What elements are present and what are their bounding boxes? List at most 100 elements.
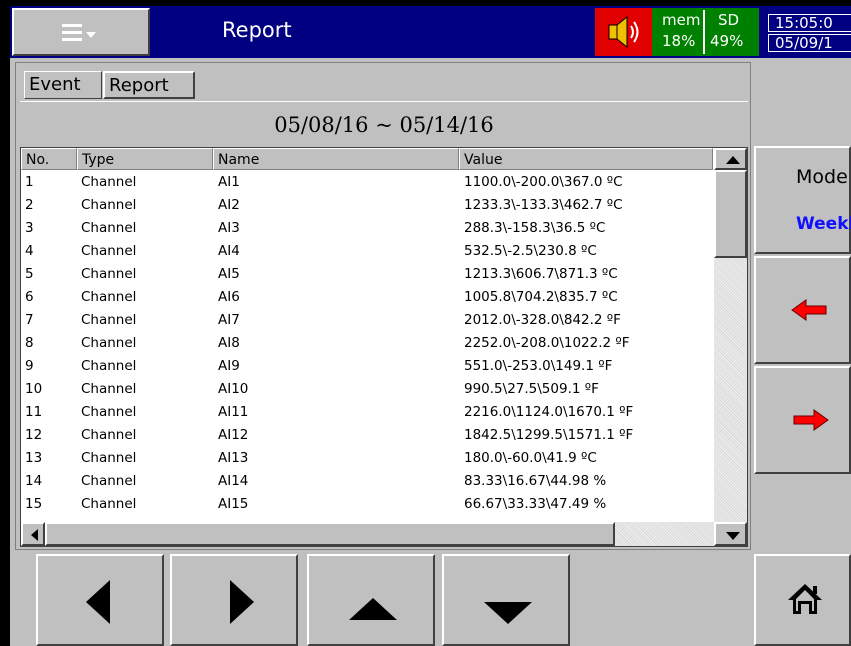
nav-right-button[interactable]	[170, 554, 298, 646]
cell-value: 180.0\-60.0\41.9 ºC	[464, 450, 597, 466]
table-row[interactable]: 1 Channel AI1 1100.0\-200.0\367.0 ºC	[21, 171, 713, 194]
vertical-scroll-thumb[interactable]	[714, 170, 747, 258]
cell-no: 1	[25, 174, 34, 190]
nav-left-button[interactable]	[36, 554, 164, 646]
menu-button[interactable]	[12, 8, 150, 56]
cell-name: AI2	[218, 197, 240, 213]
mem-value: 18%	[662, 32, 696, 50]
cell-no: 7	[25, 312, 34, 328]
column-name[interactable]: Name	[213, 148, 459, 170]
cell-type: Channel	[81, 289, 137, 305]
table-row[interactable]: 8 Channel AI8 2252.0\-208.0\1022.2 ºF	[21, 332, 713, 355]
cell-value: 83.33\16.67\44.98 %	[464, 473, 607, 489]
cell-value: 551.0\-253.0\149.1 ºF	[464, 358, 613, 374]
arrow-down-icon	[726, 532, 740, 540]
column-type[interactable]: Type	[77, 148, 213, 170]
cell-type: Channel	[81, 266, 137, 282]
cell-type: Channel	[81, 358, 137, 374]
triangle-left-icon	[86, 580, 110, 624]
storage-status: mem 18% SD 49%	[652, 8, 759, 56]
table-row[interactable]: 13 Channel AI13 180.0\-60.0\41.9 ºC	[21, 447, 713, 470]
cell-no: 15	[25, 496, 43, 512]
cell-value: 2216.0\1124.0\1670.1 ºF	[464, 404, 634, 420]
table-row[interactable]: 14 Channel AI14 83.33\16.67\44.98 %	[21, 470, 713, 493]
empty-button-area	[574, 554, 749, 646]
tab-report[interactable]: Report	[103, 71, 195, 99]
cell-value: 66.67\33.33\47.49 %	[464, 496, 607, 512]
clock-time: 15:05:0	[768, 14, 851, 32]
report-table: No. Type Name Value 1 Channel AI1 1100.0\-2…	[20, 147, 748, 547]
table-row[interactable]: 5 Channel AI5 1213.3\606.7\871.3 ºC	[21, 263, 713, 286]
scroll-up-button[interactable]	[714, 148, 747, 170]
table-row[interactable]: 11 Channel AI11 2216.0\1124.0\1670.1 ºF	[21, 401, 713, 424]
cell-name: AI11	[218, 404, 249, 420]
cell-type: Channel	[81, 335, 137, 351]
cell-value: 1005.8\704.2\835.7 ºC	[464, 289, 618, 305]
tab-event[interactable]: Event	[24, 71, 102, 99]
cell-name: AI1	[218, 174, 240, 190]
cell-name: AI12	[218, 427, 249, 443]
mode-value: Weekly	[796, 214, 851, 234]
cell-value: 1842.5\1299.5\1571.1 ºF	[464, 427, 634, 443]
mode-button[interactable]: Mode Weekly	[754, 146, 851, 254]
red-left-arrow-icon	[791, 299, 827, 321]
cell-type: Channel	[81, 404, 137, 420]
column-value[interactable]: Value	[459, 148, 713, 170]
horizontal-scrollbar[interactable]	[21, 522, 714, 546]
table-row[interactable]: 15 Channel AI15 66.67\33.33\47.49 %	[21, 493, 713, 516]
cell-type: Channel	[81, 473, 137, 489]
cell-name: AI8	[218, 335, 240, 351]
table-row[interactable]: 12 Channel AI12 1842.5\1299.5\1571.1 ºF	[21, 424, 713, 447]
nav-up-button[interactable]	[307, 554, 435, 646]
cell-value: 1100.0\-200.0\367.0 ºC	[464, 174, 623, 190]
arrow-up-icon	[726, 156, 740, 164]
vertical-scrollbar[interactable]	[714, 148, 747, 522]
arrow-left-icon	[31, 529, 38, 541]
cell-name: AI4	[218, 243, 240, 259]
report-panel: Event Report 05/08/16 ~ 05/14/16 No. Typ…	[15, 62, 751, 550]
cell-value: 990.5\27.5\509.1 ºF	[464, 381, 599, 397]
column-no[interactable]: No.	[21, 148, 77, 170]
table-row[interactable]: 7 Channel AI7 2012.0\-328.0\842.2 ºF	[21, 309, 713, 332]
cell-type: Channel	[81, 174, 137, 190]
table-body: 1 Channel AI1 1100.0\-200.0\367.0 ºC 2 Channe…	[21, 171, 713, 519]
table-row[interactable]: 10 Channel AI10 990.5\27.5\509.1 ºF	[21, 378, 713, 401]
horizontal-scroll-thumb[interactable]	[45, 522, 615, 546]
cell-name: AI5	[218, 266, 240, 282]
table-row[interactable]: 4 Channel AI4 532.5\-2.5\230.8 ºC	[21, 240, 713, 263]
scroll-left-button[interactable]	[21, 522, 45, 546]
speaker-button[interactable]	[595, 8, 652, 56]
cell-no: 9	[25, 358, 34, 374]
table-row[interactable]: 6 Channel AI6 1005.8\704.2\835.7 ºC	[21, 286, 713, 309]
table-row[interactable]: 9 Channel AI9 551.0\-253.0\149.1 ºF	[21, 355, 713, 378]
previous-period-button[interactable]	[754, 256, 851, 364]
cell-name: AI13	[218, 450, 249, 466]
date-range: 05/08/16 ~ 05/14/16	[20, 105, 748, 145]
mode-label: Mode	[796, 166, 848, 188]
cell-no: 13	[25, 450, 43, 466]
next-period-button[interactable]	[754, 366, 851, 474]
sd-label: SD	[718, 11, 740, 29]
cell-name: AI15	[218, 496, 249, 512]
cell-type: Channel	[81, 197, 137, 213]
table-row[interactable]: 2 Channel AI2 1233.3\-133.3\462.7 ºC	[21, 194, 713, 217]
cell-value: 532.5\-2.5\230.8 ºC	[464, 243, 597, 259]
cell-no: 6	[25, 289, 34, 305]
home-icon	[788, 584, 822, 614]
table-header: No. Type Name Value	[21, 148, 713, 170]
nav-down-button[interactable]	[442, 554, 570, 646]
triangle-right-icon	[230, 580, 254, 624]
home-button[interactable]	[754, 554, 851, 646]
cell-name: AI6	[218, 289, 240, 305]
cell-no: 4	[25, 243, 34, 259]
cell-name: AI7	[218, 312, 240, 328]
cell-name: AI14	[218, 473, 249, 489]
mem-label: mem	[662, 11, 701, 29]
cell-no: 14	[25, 473, 43, 489]
scroll-down-button[interactable]	[714, 522, 747, 546]
title-bar: Report mem 18% SD 49% 15:05:0 05/09/1	[10, 6, 851, 58]
cell-no: 10	[25, 381, 43, 397]
triangle-up-icon	[349, 598, 397, 620]
table-row[interactable]: 3 Channel AI3 288.3\-158.3\36.5 ºC	[21, 217, 713, 240]
red-right-arrow-icon	[793, 409, 829, 431]
